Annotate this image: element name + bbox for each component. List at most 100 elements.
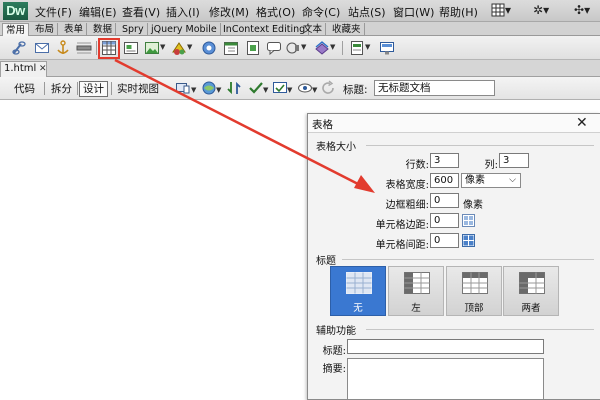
insert-div-icon[interactable] bbox=[123, 40, 139, 56]
site-icon: ✣ bbox=[574, 3, 585, 17]
menu-help[interactable]: 帮助(H) bbox=[439, 4, 478, 20]
hyperlink-icon[interactable] bbox=[11, 40, 27, 56]
tab-spry[interactable]: Spry bbox=[119, 23, 148, 36]
menu-file[interactable]: 文件(F) bbox=[35, 4, 72, 20]
cell-padding-grid-icon bbox=[462, 214, 475, 227]
chevron-down-icon: ▾ bbox=[584, 3, 591, 17]
columns-label: 列: bbox=[484, 160, 498, 171]
comment-icon[interactable] bbox=[266, 40, 282, 56]
chevron-down-icon: ⌵ bbox=[509, 175, 516, 185]
close-icon[interactable]: ✕ bbox=[39, 62, 47, 76]
chevron-down-icon[interactable]: ▼ bbox=[191, 86, 196, 94]
chevron-down-icon[interactable]: ▼ bbox=[160, 43, 165, 51]
chevron-down-icon[interactable]: ▼ bbox=[330, 43, 335, 51]
menu-modify[interactable]: 修改(M) bbox=[209, 4, 249, 20]
table-width-input[interactable]: 600 bbox=[430, 173, 459, 188]
section-divider bbox=[366, 145, 594, 146]
preview-browser-icon[interactable] bbox=[201, 80, 217, 96]
layout-switcher[interactable]: ▾ bbox=[491, 3, 511, 19]
header-none-icon bbox=[346, 272, 372, 294]
document-tab[interactable]: 1.html ✕ bbox=[0, 61, 47, 77]
head-icon[interactable] bbox=[285, 40, 301, 56]
header-option-label: 左 bbox=[411, 303, 421, 314]
document-title-input[interactable]: 无标题文档 bbox=[374, 80, 495, 96]
horizontal-rule-icon[interactable] bbox=[76, 40, 92, 56]
header-both-icon bbox=[519, 272, 545, 294]
tab-common[interactable]: 常用 bbox=[2, 23, 30, 36]
templates-icon[interactable] bbox=[349, 40, 365, 56]
tab-jquery-mobile[interactable]: jQuery Mobile bbox=[148, 23, 221, 36]
section-divider bbox=[366, 329, 594, 330]
menu-insert[interactable]: 插入(I) bbox=[166, 4, 200, 20]
file-management-icon[interactable] bbox=[226, 80, 242, 96]
script-icon[interactable] bbox=[314, 40, 330, 56]
live-view-button[interactable]: 实时视图 bbox=[113, 81, 163, 97]
tab-data[interactable]: 数据 bbox=[90, 23, 117, 36]
split-view-button[interactable]: 拆分 bbox=[47, 81, 76, 97]
section-divider bbox=[342, 259, 594, 260]
menu-bar: Dw 文件(F) 编辑(E) 查看(V) 插入(I) 修改(M) 格式(O) 命… bbox=[0, 0, 600, 22]
extend-dreamweaver[interactable]: ✲▾ bbox=[533, 3, 549, 19]
toolbar-separator bbox=[111, 82, 112, 95]
widget-icon[interactable] bbox=[201, 40, 217, 56]
menu-view[interactable]: 查看(V) bbox=[122, 4, 160, 20]
chevron-down-icon[interactable]: ▼ bbox=[312, 86, 317, 94]
chevron-down-icon[interactable]: ▼ bbox=[187, 43, 192, 51]
rows-input[interactable]: 3 bbox=[430, 153, 459, 168]
summary-textarea[interactable] bbox=[347, 358, 544, 400]
tab-forms[interactable]: 表单 bbox=[61, 23, 88, 36]
refresh-icon[interactable] bbox=[320, 80, 336, 96]
columns-input[interactable]: 3 bbox=[499, 153, 529, 168]
summary-label: 摘要: bbox=[322, 364, 346, 375]
multiscreen-icon[interactable] bbox=[175, 80, 191, 96]
cell-padding-input[interactable]: 0 bbox=[430, 213, 459, 228]
chevron-down-icon: ▾ bbox=[543, 3, 550, 17]
header-option-both[interactable]: 两者 bbox=[503, 266, 559, 316]
table-dialog: 表格 ✕ 表格大小 行数: 3 列: 3 表格宽度: 600 像素 ⌵ 边框粗细… bbox=[307, 113, 600, 400]
menu-edit[interactable]: 编辑(E) bbox=[79, 4, 117, 20]
header-option-top[interactable]: 顶部 bbox=[446, 266, 502, 316]
visual-aids-icon[interactable] bbox=[297, 80, 313, 96]
cell-spacing-grid-icon bbox=[462, 234, 475, 247]
date-icon[interactable] bbox=[223, 40, 239, 56]
cell-spacing-input[interactable]: 0 bbox=[430, 233, 459, 248]
menu-commands[interactable]: 命令(C) bbox=[302, 4, 340, 20]
menu-site[interactable]: 站点(S) bbox=[348, 4, 386, 20]
close-icon[interactable]: ✕ bbox=[576, 115, 588, 131]
toolbar-separator bbox=[96, 41, 97, 55]
design-view-button[interactable]: 设计 bbox=[79, 81, 108, 97]
insert-panel-tabs: 常用 布局 表单 数据 Spry jQuery Mobile InContext… bbox=[0, 22, 600, 36]
menu-format[interactable]: 格式(O) bbox=[256, 4, 295, 20]
header-option-none[interactable]: 无 bbox=[330, 266, 386, 316]
toolbar-separator bbox=[342, 41, 343, 55]
border-thickness-input[interactable]: 0 bbox=[430, 193, 459, 208]
tab-layout[interactable]: 布局 bbox=[32, 23, 59, 36]
code-view-button[interactable]: 代码 bbox=[10, 81, 39, 97]
title-label: 标题: bbox=[343, 84, 368, 96]
caption-input[interactable] bbox=[347, 339, 544, 354]
tab-incontext-editing[interactable]: InContext Editing bbox=[220, 23, 310, 36]
images-icon[interactable] bbox=[144, 40, 160, 56]
email-link-icon[interactable] bbox=[34, 40, 50, 56]
chevron-down-icon[interactable]: ▼ bbox=[365, 43, 370, 51]
tab-text[interactable]: 文本 bbox=[300, 23, 327, 36]
check-browser-icon[interactable] bbox=[272, 80, 288, 96]
tag-chooser-icon[interactable] bbox=[379, 40, 395, 56]
menu-window[interactable]: 窗口(W) bbox=[393, 4, 434, 20]
border-thickness-label: 边框粗细: bbox=[385, 200, 429, 211]
toolbar-separator bbox=[77, 82, 78, 95]
chevron-down-icon[interactable]: ▼ bbox=[216, 86, 221, 94]
tab-favorites[interactable]: 收藏夹 bbox=[329, 23, 365, 36]
site-manager[interactable]: ✣▾ bbox=[574, 3, 590, 19]
chevron-down-icon[interactable]: ▼ bbox=[263, 86, 268, 94]
layout-grid-icon bbox=[491, 3, 505, 17]
media-icon[interactable] bbox=[171, 40, 187, 56]
w3c-validation-icon[interactable] bbox=[248, 80, 264, 96]
server-include-icon[interactable] bbox=[245, 40, 261, 56]
chevron-down-icon[interactable]: ▼ bbox=[287, 86, 292, 94]
chevron-down-icon[interactable]: ▼ bbox=[301, 43, 306, 51]
gear-icon: ✲ bbox=[533, 3, 544, 17]
width-unit-select[interactable]: 像素 ⌵ bbox=[461, 173, 521, 188]
named-anchor-icon[interactable] bbox=[55, 40, 71, 56]
header-option-left[interactable]: 左 bbox=[388, 266, 444, 316]
